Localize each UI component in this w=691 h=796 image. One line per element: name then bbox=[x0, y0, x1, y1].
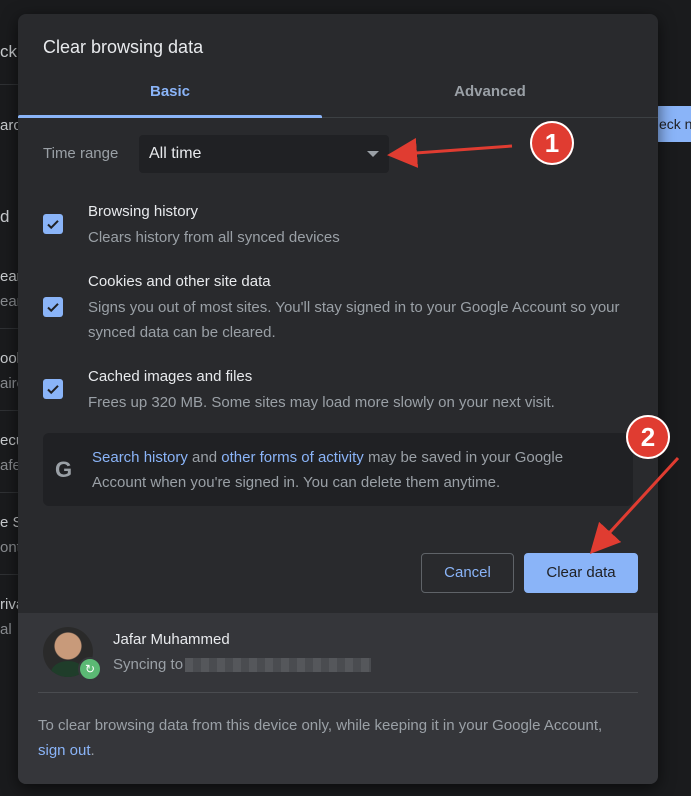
google-activity-notice: G Search history and other forms of acti… bbox=[43, 433, 633, 506]
browsing-history-title: Browsing history bbox=[88, 203, 199, 220]
bg-divider bbox=[0, 410, 18, 411]
bg-text-fragment: d bbox=[0, 207, 10, 226]
cached-images-checkbox[interactable] bbox=[43, 379, 63, 399]
bg-divider bbox=[0, 574, 18, 575]
cached-images-description: Frees up 320 MB. Some sites may load mor… bbox=[88, 394, 555, 411]
dialog-title: Clear browsing data bbox=[43, 37, 204, 57]
google-icon: G bbox=[55, 457, 73, 482]
sync-prefix: Syncing to bbox=[113, 656, 184, 673]
footer-text: To clear browsing data from this device … bbox=[38, 713, 628, 763]
bg-text-fragment: ck bbox=[0, 42, 17, 61]
cached-images-title: Cached images and files bbox=[88, 368, 253, 385]
clear-data-button[interactable]: Clear data bbox=[524, 553, 638, 593]
other-activity-link[interactable]: other forms of activity bbox=[221, 449, 364, 466]
cookies-description: Signs you out of most sites. You'll stay… bbox=[88, 299, 620, 341]
notice-text-part: and bbox=[187, 449, 222, 466]
bg-check-button[interactable]: eck n bbox=[655, 106, 691, 142]
footer-suffix: . bbox=[90, 742, 95, 759]
sync-icon: ↻ bbox=[78, 657, 102, 681]
dropdown-arrow-icon bbox=[367, 151, 379, 157]
browsing-history-checkbox[interactable] bbox=[43, 214, 63, 234]
time-range-value: All time bbox=[149, 145, 202, 162]
sign-out-link[interactable]: sign out bbox=[38, 742, 91, 759]
bg-text-fragment: al bbox=[0, 621, 12, 638]
redacted-email bbox=[185, 658, 372, 673]
checkmark-icon bbox=[47, 220, 59, 230]
tab-basic[interactable]: Basic bbox=[18, 83, 322, 100]
sync-status: Syncing to bbox=[113, 656, 372, 673]
step-badge-2: 2 bbox=[626, 415, 670, 459]
notice-text: Search history and other forms of activi… bbox=[92, 445, 612, 495]
footer-text-body: To clear browsing data from this device … bbox=[38, 717, 603, 734]
bg-divider bbox=[0, 328, 18, 329]
step-badge-1: 1 bbox=[530, 121, 574, 165]
browsing-history-description: Clears history from all synced devices bbox=[88, 229, 340, 246]
search-history-link[interactable]: Search history bbox=[92, 449, 188, 466]
time-range-label: Time range bbox=[43, 145, 119, 162]
checkmark-icon bbox=[47, 385, 59, 395]
account-name: Jafar Muhammed bbox=[113, 631, 230, 648]
cancel-button[interactable]: Cancel bbox=[421, 553, 514, 593]
sync-divider bbox=[38, 692, 638, 693]
cookies-checkbox[interactable] bbox=[43, 297, 63, 317]
tab-advanced[interactable]: Advanced bbox=[338, 83, 642, 100]
checkmark-icon bbox=[47, 303, 59, 313]
bg-divider bbox=[0, 492, 18, 493]
cookies-title: Cookies and other site data bbox=[88, 273, 271, 290]
account-sync-section: ↻ Jafar Muhammed Syncing to To clear bro… bbox=[18, 613, 658, 784]
active-tab-indicator bbox=[18, 115, 322, 118]
time-range-select[interactable]: All time bbox=[139, 135, 389, 173]
bg-divider bbox=[0, 84, 18, 85]
